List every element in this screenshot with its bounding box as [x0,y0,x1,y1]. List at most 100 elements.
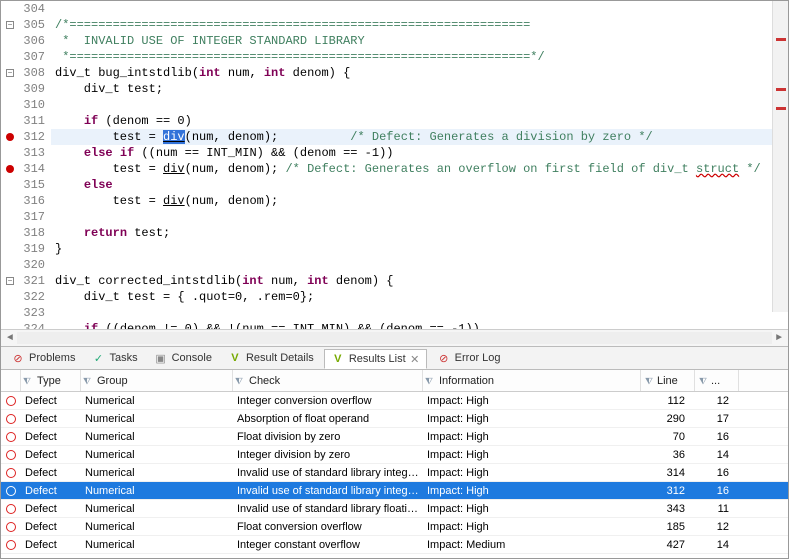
code-text[interactable]: if ((denom != 0) && !(num == INT_MIN) &&… [51,321,788,329]
gutter[interactable]: − [1,65,19,81]
col-group[interactable]: ⧨ Group [81,370,233,391]
gutter[interactable]: − [1,273,19,289]
filter-icon[interactable]: ⧨ [643,376,653,386]
gutter[interactable] [1,33,19,49]
code-text[interactable]: if (denom == 0) [51,113,788,129]
table-row[interactable]: DefectNumericalInteger conversion overfl… [1,392,788,410]
table-row[interactable]: DefectNumericalFloat division by zeroImp… [1,428,788,446]
code-text[interactable]: div_t test = { .quot=0, .rem=0}; [51,289,788,305]
code-line[interactable]: 317 [1,209,788,225]
error-marker-icon[interactable] [6,165,14,173]
gutter[interactable] [1,113,19,129]
code-text[interactable]: div_t bug_intstdlib(int num, int denom) … [51,65,788,81]
gutter[interactable] [1,49,19,65]
code-line[interactable]: 311 if (denom == 0) [1,113,788,129]
code-text[interactable]: test = div(num, denom); /* Defect: Gener… [51,161,788,177]
code-text[interactable] [51,209,788,225]
gutter[interactable] [1,241,19,257]
tab-problems[interactable]: ⊘ Problems [5,349,81,367]
gutter[interactable] [1,129,19,145]
table-row[interactable]: DefectNumericalInvalid use of standard l… [1,500,788,518]
code-line[interactable]: −305/*==================================… [1,17,788,33]
code-line[interactable]: 322 div_t test = { .quot=0, .rem=0}; [1,289,788,305]
code-line[interactable]: −308div_t bug_intstdlib(int num, int den… [1,65,788,81]
gutter[interactable] [1,145,19,161]
filter-icon[interactable]: ⧨ [425,376,435,386]
editor-overview-ruler[interactable] [772,1,788,312]
code-text[interactable]: div_t test; [51,81,788,97]
code-text[interactable]: else [51,177,788,193]
code-line[interactable]: 310 [1,97,788,113]
fold-icon[interactable]: − [6,277,14,285]
code-line[interactable]: 320 [1,257,788,273]
col-col[interactable]: ⧨ ... [695,370,739,391]
table-row[interactable]: DefectNumericalAbsorption of float opera… [1,410,788,428]
gutter[interactable] [1,321,19,329]
editor-horizontal-scrollbar[interactable]: ◄ ► [1,329,788,346]
gutter[interactable] [1,193,19,209]
gutter[interactable] [1,209,19,225]
tab-results-list[interactable]: V Results List ✕ [324,349,427,369]
code-text[interactable]: test = div(num, denom); /* Defect: Gener… [51,129,788,145]
table-row[interactable]: DefectNumericalInteger constant overflow… [1,536,788,554]
code-line[interactable]: 306 * INVALID USE OF INTEGER STANDARD LI… [1,33,788,49]
table-row[interactable]: DefectNumericalInvalid use of standard l… [1,482,788,500]
table-row[interactable]: DefectNumericalInteger constant overflow… [1,554,788,558]
col-icon[interactable] [1,370,21,391]
gutter[interactable] [1,177,19,193]
tab-console[interactable]: ▣ Console [148,349,218,367]
gutter[interactable] [1,161,19,177]
error-marker-icon[interactable] [6,133,14,141]
filter-icon[interactable]: ⧨ [697,376,707,386]
code-line[interactable]: 314 test = div(num, denom); /* Defect: G… [1,161,788,177]
code-line[interactable]: 316 test = div(num, denom); [1,193,788,209]
code-line[interactable]: −321div_t corrected_intstdlib(int num, i… [1,273,788,289]
code-text[interactable]: else if ((num == INT_MIN) && (denom == -… [51,145,788,161]
col-information[interactable]: ⧨ Information [423,370,641,391]
gutter[interactable] [1,1,19,17]
gutter[interactable] [1,81,19,97]
fold-icon[interactable]: − [6,69,14,77]
code-line[interactable]: 309 div_t test; [1,81,788,97]
gutter[interactable] [1,225,19,241]
code-text[interactable]: div_t corrected_intstdlib(int num, int d… [51,273,788,289]
table-row[interactable]: DefectNumericalInvalid use of standard l… [1,464,788,482]
code-line[interactable]: 318 return test; [1,225,788,241]
code-line[interactable]: 319} [1,241,788,257]
code-text[interactable]: *=======================================… [51,49,788,65]
gutter[interactable]: − [1,17,19,33]
col-type[interactable]: ⧨ Type [21,370,81,391]
code-text[interactable] [51,1,788,17]
code-text[interactable] [51,97,788,113]
col-check[interactable]: ⧨ Check [233,370,423,391]
code-line[interactable]: 312 test = div(num, denom); /* Defect: G… [1,129,788,145]
scroll-left-icon[interactable]: ◄ [3,331,17,345]
code-line[interactable]: 313 else if ((num == INT_MIN) && (denom … [1,145,788,161]
code-text[interactable]: return test; [51,225,788,241]
code-text[interactable] [51,305,788,321]
tab-tasks[interactable]: ✓ Tasks [85,349,143,367]
code-editor[interactable]: 304−305/*===============================… [1,1,788,346]
tab-result-details[interactable]: V Result Details [222,349,320,367]
tab-error-log[interactable]: ⊘ Error Log [431,349,507,367]
code-line[interactable]: 304 [1,1,788,17]
filter-icon[interactable]: ⧨ [235,376,245,386]
gutter[interactable] [1,289,19,305]
code-line[interactable]: 315 else [1,177,788,193]
code-text[interactable] [51,257,788,273]
gutter[interactable] [1,97,19,113]
close-icon[interactable]: ✕ [410,353,420,366]
code-text[interactable]: } [51,241,788,257]
filter-icon[interactable]: ⧨ [83,376,93,386]
col-line[interactable]: ⧨ Line [641,370,695,391]
code-line[interactable]: 324 if ((denom != 0) && !(num == INT_MIN… [1,321,788,329]
code-line[interactable]: 323 [1,305,788,321]
gutter[interactable] [1,305,19,321]
code-line[interactable]: 307 *===================================… [1,49,788,65]
table-row[interactable]: DefectNumericalInteger division by zeroI… [1,446,788,464]
filter-icon[interactable]: ⧨ [23,376,33,386]
gutter[interactable] [1,257,19,273]
fold-icon[interactable]: − [6,21,14,29]
code-text[interactable]: * INVALID USE OF INTEGER STANDARD LIBRAR… [51,33,788,49]
code-text[interactable]: /*======================================… [51,17,788,33]
